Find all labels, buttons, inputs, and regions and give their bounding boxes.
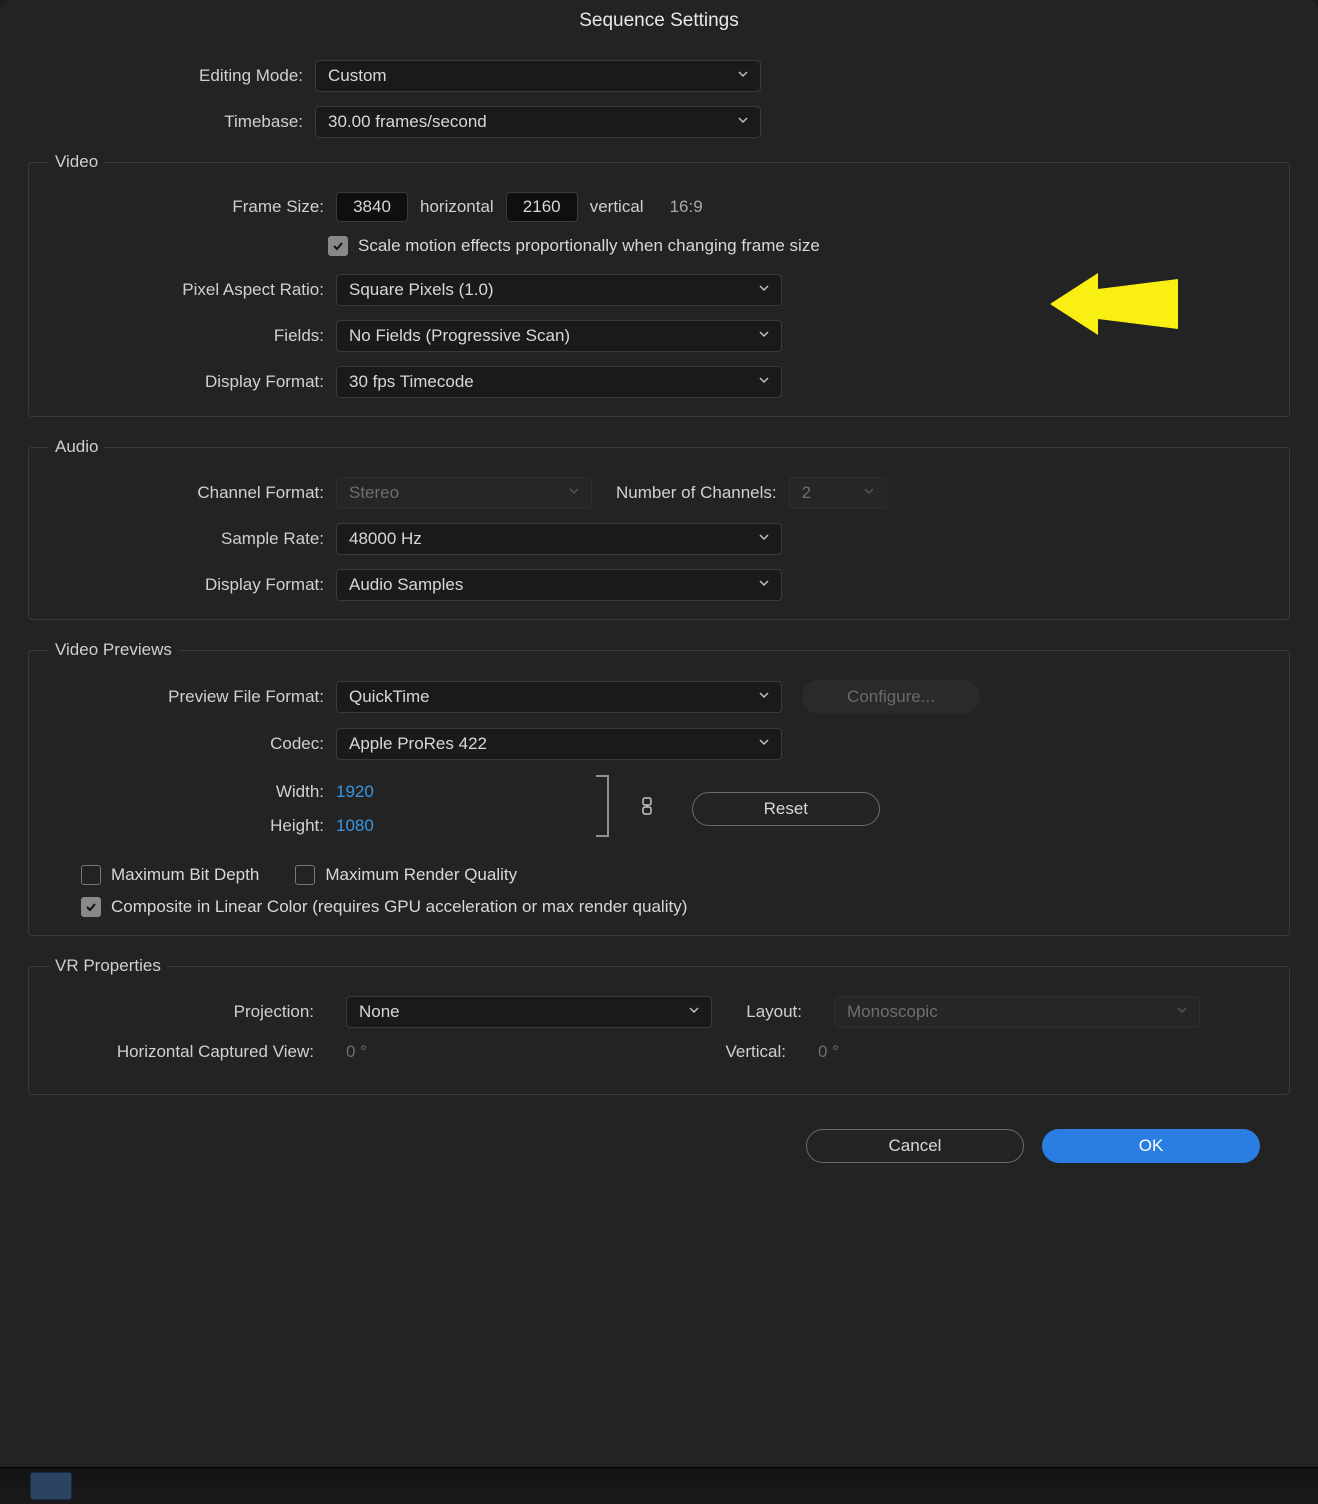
projection-value: None [359,1002,400,1022]
horizontal-label: horizontal [420,197,494,217]
max-render-quality-checkbox[interactable] [295,865,315,885]
bracket-icon [594,774,614,843]
channel-format-value: Stereo [349,483,399,503]
fields-label: Fields: [49,326,336,346]
audio-display-format-label: Display Format: [49,575,336,595]
aspect-ratio-label: 16:9 [670,197,703,217]
max-bit-depth-checkbox[interactable] [81,865,101,885]
projection-select[interactable]: None [346,996,712,1028]
editing-mode-value: Custom [328,66,387,86]
dialog-title: Sequence Settings [0,0,1318,42]
ok-button[interactable]: OK [1042,1129,1260,1163]
composite-linear-label: Composite in Linear Color (requires GPU … [111,897,687,917]
par-select[interactable]: Square Pixels (1.0) [336,274,782,306]
timebase-value: 30.00 frames/second [328,112,487,132]
scale-effects-label: Scale motion effects proportionally when… [358,236,820,256]
composite-linear-checkbox[interactable] [81,897,101,917]
scale-effects-checkbox[interactable] [328,236,348,256]
channel-format-label: Channel Format: [49,483,336,503]
codec-select[interactable]: Apple ProRes 422 [336,728,782,760]
chevron-down-icon [862,483,876,503]
chevron-down-icon [687,1002,701,1022]
layout-select: Monoscopic [834,996,1200,1028]
hcv-label: Horizontal Captured View: [49,1042,326,1062]
vertical-label: vertical [590,197,644,217]
par-value: Square Pixels (1.0) [349,280,494,300]
num-channels-select: 2 [789,477,887,509]
preview-file-format-select[interactable]: QuickTime [336,681,782,713]
video-legend: Video [49,152,104,172]
timebase-label: Timebase: [28,112,315,132]
chevron-down-icon [757,575,771,595]
video-display-format-select[interactable]: 30 fps Timecode [336,366,782,398]
chevron-down-icon [757,372,771,392]
timebase-select[interactable]: 30.00 frames/second [315,106,761,138]
codec-label: Codec: [49,734,336,754]
fields-value: No Fields (Progressive Scan) [349,326,570,346]
max-bit-depth-label: Maximum Bit Depth [111,865,259,885]
vr-group: VR Properties Projection: None Layout: M… [28,956,1290,1095]
chevron-down-icon [567,483,581,503]
reset-button[interactable]: Reset [692,792,880,826]
video-display-format-value: 30 fps Timecode [349,372,474,392]
chevron-down-icon [736,66,750,86]
layout-label: Layout: [732,1002,814,1022]
num-channels-label: Number of Channels: [616,483,777,503]
audio-display-format-select[interactable]: Audio Samples [336,569,782,601]
projection-label: Projection: [49,1002,326,1022]
num-channels-value: 2 [802,483,811,503]
par-label: Pixel Aspect Ratio: [49,280,336,300]
layout-value: Monoscopic [847,1002,938,1022]
editing-mode-label: Editing Mode: [28,66,315,86]
chevron-down-icon [1175,1002,1189,1022]
editing-mode-select[interactable]: Custom [315,60,761,92]
preview-height-value[interactable]: 1080 [336,816,374,836]
chevron-down-icon [736,112,750,132]
preview-file-format-label: Preview File Format: [49,687,336,707]
chevron-down-icon [757,280,771,300]
audio-group: Audio Channel Format: Stereo Number of C… [28,437,1290,620]
vertical-label: Vertical: [706,1042,798,1062]
preview-height-label: Height: [49,816,336,836]
timeline-chip [30,1472,72,1500]
video-previews-legend: Video Previews [49,640,178,660]
max-render-quality-label: Maximum Render Quality [325,865,517,885]
hcv-value: 0 ° [346,1042,686,1062]
cancel-button[interactable]: Cancel [806,1129,1024,1163]
frame-size-label: Frame Size: [49,197,336,217]
codec-value: Apple ProRes 422 [349,734,487,754]
video-display-format-label: Display Format: [49,372,336,392]
frame-height-input[interactable]: 2160 [506,192,578,222]
sample-rate-label: Sample Rate: [49,529,336,549]
chevron-down-icon [757,687,771,707]
preview-file-format-value: QuickTime [349,687,430,707]
frame-width-input[interactable]: 3840 [336,192,408,222]
fields-select[interactable]: No Fields (Progressive Scan) [336,320,782,352]
vr-legend: VR Properties [49,956,167,976]
channel-format-select: Stereo [336,477,592,509]
audio-display-format-value: Audio Samples [349,575,463,595]
link-icon[interactable] [638,795,656,822]
chevron-down-icon [757,734,771,754]
preview-width-value[interactable]: 1920 [336,782,374,802]
chevron-down-icon [757,529,771,549]
vertical-value: 0 ° [818,1042,839,1062]
sample-rate-select[interactable]: 48000 Hz [336,523,782,555]
background-strip [0,1467,1318,1504]
audio-legend: Audio [49,437,104,457]
video-previews-group: Video Previews Preview File Format: Quic… [28,640,1290,936]
sample-rate-value: 48000 Hz [349,529,422,549]
configure-button: Configure... [802,680,980,714]
chevron-down-icon [757,326,771,346]
preview-width-label: Width: [49,782,336,802]
video-group: Video Frame Size: 3840 horizontal 2160 v… [28,152,1290,417]
